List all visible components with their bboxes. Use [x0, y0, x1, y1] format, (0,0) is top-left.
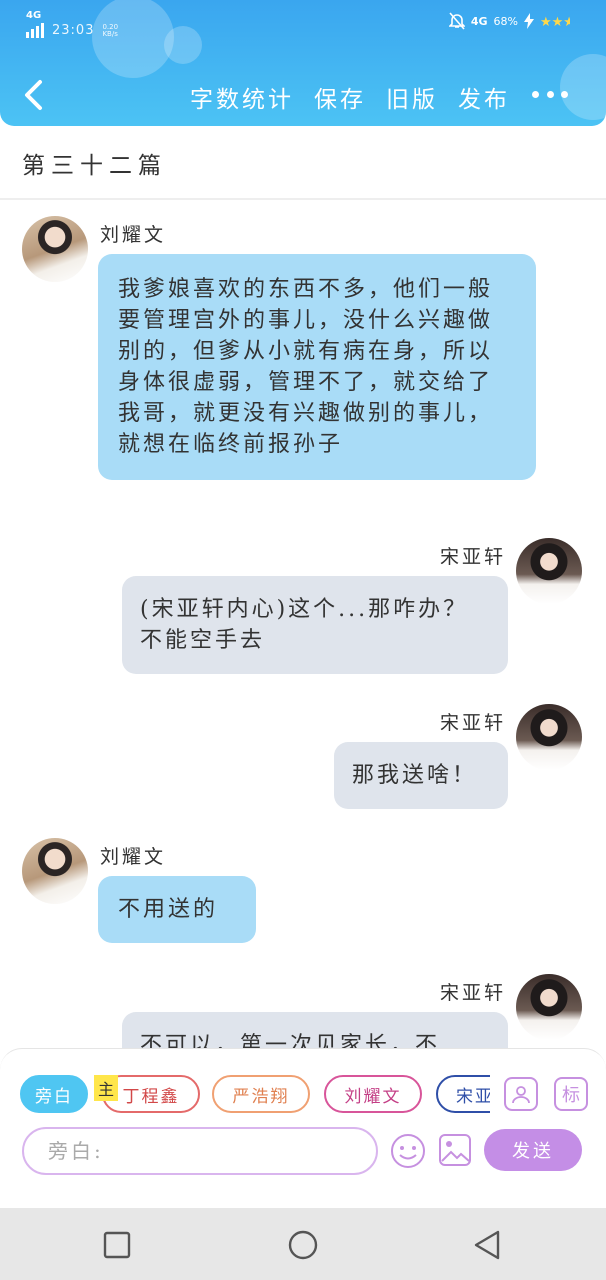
person-icon	[512, 1086, 530, 1104]
message-input[interactable]	[24, 1129, 376, 1173]
image-icon[interactable]	[438, 1133, 472, 1167]
system-nav-bar	[0, 1208, 606, 1280]
avatar[interactable]	[516, 538, 582, 604]
avatar[interactable]	[516, 704, 582, 770]
more-dot	[532, 90, 539, 98]
role-chips: 旁白 丁程鑫 严浩翔 刘耀文 宋亚轩	[20, 1075, 490, 1115]
avatar[interactable]	[22, 216, 88, 282]
home-icon[interactable]	[286, 1228, 320, 1262]
message-bubble[interactable]: 不用送的	[98, 876, 256, 943]
avatar[interactable]	[22, 838, 88, 904]
more-dot	[561, 90, 568, 98]
send-button[interactable]: 发送	[484, 1129, 582, 1171]
word-count-button[interactable]: 字数统计	[190, 80, 294, 114]
main-role-tag: 主	[94, 1075, 118, 1101]
divider	[0, 198, 606, 200]
top-nav: 字数统计 保存 旧版 发布	[0, 70, 606, 120]
back-nav-icon[interactable]	[470, 1228, 504, 1262]
save-button[interactable]: 保存	[314, 80, 366, 114]
signal-icon: 4G	[26, 10, 44, 38]
more-button[interactable]	[532, 82, 568, 106]
old-version-button[interactable]: 旧版	[386, 80, 438, 114]
mute-icon	[448, 12, 465, 30]
emoji-icon[interactable]	[390, 1133, 426, 1169]
network-type-right: 4G	[470, 14, 488, 28]
speaker-name: 刘耀文	[100, 846, 167, 868]
chapter-title: 第三十二篇	[22, 153, 167, 179]
charging-icon	[524, 13, 534, 29]
role-chip-liuyaowen[interactable]: 刘耀文	[324, 1075, 422, 1113]
role-chip-songyaxuan[interactable]: 宋亚轩	[436, 1075, 490, 1113]
status-time: 23:03	[52, 23, 95, 38]
speaker-name: 宋亚轩	[439, 982, 506, 1004]
battery-icon: ★★★	[540, 15, 570, 28]
role-select-button[interactable]	[504, 1077, 538, 1111]
net-speed: 0.20 KB/s	[102, 23, 119, 38]
composer-panel: 旁白 丁程鑫 严浩翔 刘耀文 宋亚轩 主 标 发送	[0, 1048, 606, 1178]
role-chip-yanhaoxiang[interactable]: 严浩翔	[212, 1075, 310, 1113]
speaker-name: 宋亚轩	[439, 546, 506, 568]
mark-button[interactable]: 标	[554, 1077, 588, 1111]
network-type-label: 4G	[26, 10, 42, 21]
message-bubble[interactable]: 我爹娘喜欢的东西不多，他们一般要管理宫外的事儿，没什么兴趣做别的，但爹从小就有病…	[98, 254, 536, 480]
app-header: 4G 23:03 0.20 KB/s 4G 68% ★★★ 字数统计 保存 旧版…	[0, 0, 606, 126]
speaker-name: 刘耀文	[100, 224, 167, 246]
avatar[interactable]	[516, 974, 582, 1040]
nav-actions: 字数统计 保存 旧版 发布	[190, 80, 510, 114]
speaker-name: 宋亚轩	[439, 712, 506, 734]
battery-percent: 68%	[493, 14, 518, 28]
message-input-box[interactable]	[22, 1127, 378, 1175]
recents-icon[interactable]	[100, 1228, 134, 1262]
svg-text:★★★: ★★★	[540, 15, 570, 28]
role-chip-narration[interactable]: 旁白	[20, 1075, 88, 1113]
status-bar: 4G 23:03 0.20 KB/s 4G 68% ★★★	[0, 0, 606, 44]
back-button[interactable]	[20, 78, 50, 112]
publish-button[interactable]: 发布	[458, 80, 510, 114]
message-bubble[interactable]: 那我送啥！	[334, 742, 508, 809]
more-dot	[546, 90, 554, 98]
message-bubble[interactable]: (宋亚轩内心)这个...那咋办？不能空手去	[122, 576, 508, 674]
